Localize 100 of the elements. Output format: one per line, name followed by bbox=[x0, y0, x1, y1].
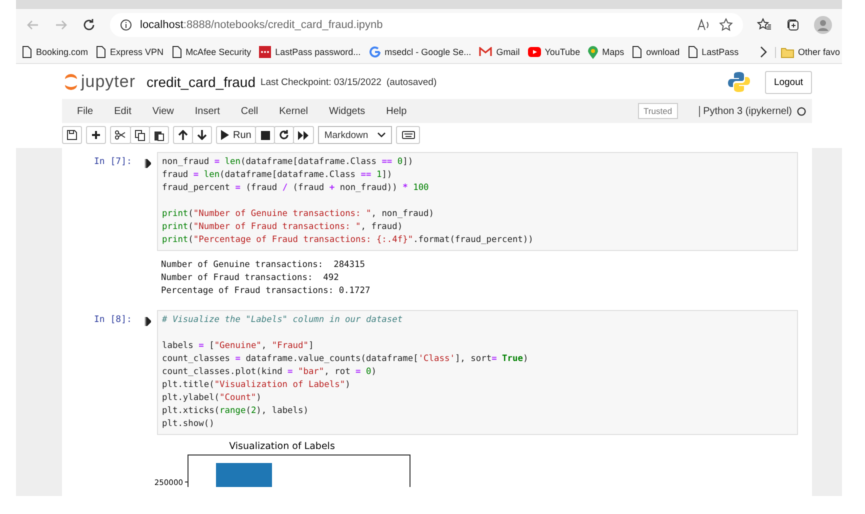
copy-button[interactable] bbox=[130, 126, 150, 144]
menu-item[interactable]: Widgets bbox=[329, 106, 366, 116]
profile-avatar-icon[interactable] bbox=[814, 16, 832, 34]
bookmark-folder[interactable]: Other favo bbox=[774, 46, 840, 58]
chevron-right-icon[interactable] bbox=[758, 46, 767, 58]
menu-item[interactable]: Edit bbox=[114, 106, 132, 116]
save-button[interactable] bbox=[62, 126, 82, 144]
code-line: plt.title("Visualization of Labels") bbox=[162, 379, 352, 392]
fast-forward-icon bbox=[298, 130, 310, 140]
code-line: non_fraud = len(dataframe[dataframe.Class == 0]) bbox=[162, 156, 414, 169]
code-line: plt.ylabel("Count") bbox=[162, 392, 262, 405]
floppy-icon bbox=[67, 130, 77, 140]
read-aloud-icon[interactable] bbox=[697, 19, 711, 31]
bookmark-link[interactable]: ownload bbox=[632, 46, 680, 58]
plus-icon bbox=[91, 130, 101, 140]
info-icon[interactable] bbox=[120, 19, 132, 31]
notebook-name[interactable]: credit_card_fraud bbox=[146, 74, 256, 90]
code-line: plt.xticks(range(2), labels) bbox=[162, 405, 310, 418]
address-bar[interactable]: localhost:8888/notebooks/credit_card_fraud.ipynb bbox=[110, 13, 743, 37]
autosave-status: (autosaved) bbox=[386, 76, 437, 88]
dots-icon bbox=[259, 46, 272, 58]
logout-button[interactable]: Logout bbox=[764, 70, 812, 94]
code-line: fraud = len(dataframe[dataframe.Class == 1]) bbox=[162, 169, 394, 182]
command-palette-button[interactable] bbox=[396, 126, 420, 144]
code-line: # Visualize the "Labels" column in our dataset bbox=[162, 314, 404, 327]
output-line: Number of Genuine transactions: 284315 bbox=[161, 259, 366, 272]
bookmark-link[interactable]: msedcl - Google Se... bbox=[368, 46, 472, 58]
bookmark-link[interactable]: YouTube bbox=[528, 47, 580, 57]
arrow-up-icon bbox=[178, 130, 188, 140]
code-line: plt.show() bbox=[162, 418, 216, 431]
code-line: count_classes.plot(kind = "bar", rot = 0) bbox=[162, 366, 378, 379]
bookmark-link[interactable]: Maps bbox=[588, 46, 624, 58]
stop-button[interactable] bbox=[255, 126, 276, 144]
page-icon bbox=[96, 46, 106, 58]
arrow-down-icon bbox=[197, 130, 207, 140]
input-prompt: In [7]: bbox=[94, 156, 133, 167]
bookmark-link[interactable]: Booking.com bbox=[22, 46, 88, 58]
folder-icon bbox=[780, 46, 794, 58]
kernel-idle-icon bbox=[797, 106, 806, 116]
orbit-icon bbox=[64, 73, 78, 91]
move-up-button[interactable] bbox=[173, 126, 193, 144]
chart-title: Visualization of Labels bbox=[229, 441, 335, 452]
kernel-name[interactable]: Python 3 (ipykernel) bbox=[699, 106, 792, 116]
bookmark-link[interactable]: Gmail bbox=[479, 47, 520, 57]
reload-icon bbox=[279, 130, 290, 140]
code-line: print("Percentage of Fraud transactions: {:.4f}".format(fraud_percent)) bbox=[162, 234, 534, 247]
bookmark-link[interactable]: LastPass bbox=[688, 46, 739, 58]
run-indicator-icon bbox=[145, 159, 151, 168]
output-line: Number of Fraud transactions: 492 bbox=[161, 272, 340, 285]
run-button[interactable]: Run bbox=[216, 126, 256, 144]
checkpoint-text: Last Checkpoint: 03/15/2022 bbox=[260, 76, 382, 88]
page-icon bbox=[172, 46, 182, 58]
chevron-down-icon bbox=[377, 132, 386, 138]
menu-item[interactable]: Kernel bbox=[279, 106, 308, 116]
cut-button[interactable] bbox=[110, 126, 131, 144]
code-line: labels = ["Genuine", "Fraud"] bbox=[162, 340, 315, 353]
restart-button[interactable] bbox=[274, 126, 294, 144]
menu-item[interactable]: Insert bbox=[194, 106, 220, 116]
menu-item[interactable]: View bbox=[152, 106, 174, 116]
add-cell-button[interactable] bbox=[86, 126, 106, 144]
cell-type-dropdown[interactable]: Markdown bbox=[318, 126, 392, 144]
output-line: Percentage of Fraud transactions: 0.1727 bbox=[161, 285, 372, 298]
envelope-icon bbox=[479, 47, 492, 57]
collections-icon[interactable] bbox=[786, 18, 800, 32]
bookmark-link[interactable]: LastPass password... bbox=[259, 46, 361, 58]
url-text: localhost:8888/notebooks/credit_card_fraud.ipynb bbox=[140, 19, 383, 31]
page-icon bbox=[632, 46, 642, 58]
star-plus-icon[interactable] bbox=[719, 18, 733, 32]
input-prompt: In [8]: bbox=[94, 314, 133, 325]
run-all-button[interactable] bbox=[293, 126, 314, 144]
square-icon bbox=[260, 130, 270, 140]
menu-item[interactable]: Cell bbox=[240, 106, 258, 116]
play-icon bbox=[528, 47, 541, 57]
bookmark-link[interactable]: Express VPN bbox=[96, 46, 164, 58]
run-indicator-icon bbox=[145, 317, 151, 326]
code-line: fraud_percent = (fraud / (fraud + non_fraud)) * 100 bbox=[162, 182, 430, 195]
g-letter-icon bbox=[368, 46, 381, 58]
paste-button[interactable] bbox=[149, 126, 169, 144]
map-pin-icon bbox=[588, 46, 598, 58]
reload-icon[interactable] bbox=[82, 18, 96, 32]
keyboard-icon bbox=[402, 131, 415, 139]
play-icon bbox=[221, 130, 229, 140]
clipboard-icon bbox=[154, 130, 164, 140]
move-down-button[interactable] bbox=[192, 126, 212, 144]
bookmark-link[interactable]: McAfee Security bbox=[172, 46, 252, 58]
favorites-icon[interactable] bbox=[757, 18, 772, 32]
code-editor[interactable] bbox=[157, 152, 798, 251]
page-icon bbox=[22, 46, 32, 58]
code-line: print("Number of Genuine transactions: ", non_fraud) bbox=[162, 208, 435, 221]
code-line: count_classes = dataframe.value_counts(dataframe['Class'], sort= True) bbox=[162, 353, 530, 366]
trusted-indicator[interactable]: Trusted bbox=[638, 103, 678, 119]
page-icon bbox=[688, 46, 698, 58]
jupyter-logo[interactable]: jupyter bbox=[64, 72, 136, 92]
menu-item[interactable]: File bbox=[77, 106, 94, 116]
python-logo-icon bbox=[728, 71, 750, 93]
code-editor[interactable] bbox=[157, 310, 798, 435]
code-line: print("Number of Fraud transactions: ", fraud) bbox=[162, 221, 404, 234]
scissors-icon bbox=[115, 130, 126, 140]
copy-icon bbox=[135, 130, 145, 140]
menu-item[interactable]: Help bbox=[386, 106, 407, 116]
